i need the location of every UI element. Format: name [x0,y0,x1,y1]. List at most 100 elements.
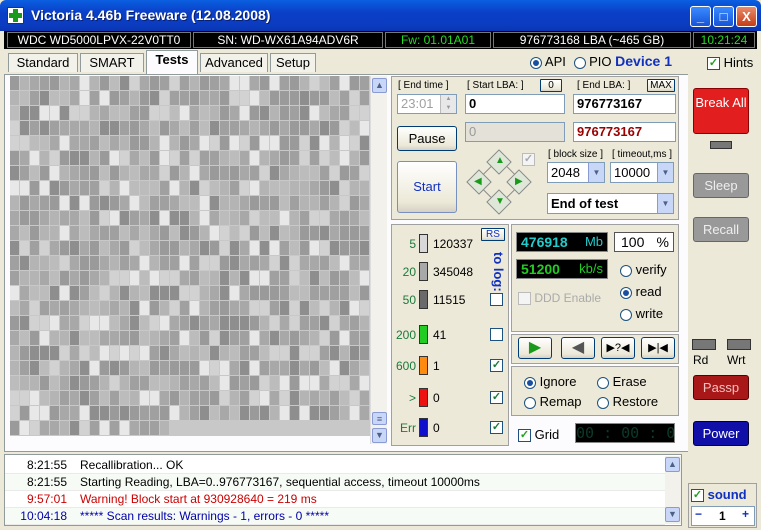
title-bar[interactable]: Victoria 4.46b Freeware (12.08.2008) _ □… [0,0,761,31]
log-scroll-up-button[interactable]: ▲ [665,457,680,472]
scan-block [350,91,359,105]
tab-tests[interactable]: Tests [146,50,198,74]
scroll-up-button[interactable]: ▲ [372,78,387,93]
tab-advanced[interactable]: Advanced [200,53,268,72]
log-scroll-down-button[interactable]: ▼ [665,507,680,522]
scan-block [10,406,19,420]
scan-block [30,76,39,90]
break-all-button[interactable]: Break All [693,88,749,134]
start-lba-zero-button[interactable]: 0 [540,79,562,92]
device-label[interactable]: Device 1 [615,53,672,69]
legend-count: 1 [433,359,440,373]
erase-radio[interactable] [597,376,609,389]
scan-block [350,106,359,120]
scan-block [230,151,239,165]
play-icon[interactable]: ▶ [518,337,552,359]
back-icon[interactable]: ◀ [561,337,595,359]
erase-option[interactable]: Erase [597,374,647,389]
end-action-select[interactable]: End of test ▼ [547,193,674,214]
minimize-button[interactable]: _ [690,6,711,27]
scan-block [180,271,189,285]
verify-radio[interactable] [620,264,632,277]
ignore-option[interactable]: Ignore [524,374,577,389]
scan-block [250,391,259,405]
tab-standard[interactable]: Standard [8,53,78,72]
arrow-down-icon[interactable]: ▼ [495,196,505,207]
api-radio[interactable] [530,56,542,69]
read-option[interactable]: read [620,284,662,299]
tab-smart[interactable]: SMART [80,53,144,72]
hints-checkbox[interactable]: ✓ [707,57,720,71]
tab-setup[interactable]: Setup [270,53,316,72]
read-radio[interactable] [620,286,632,299]
restore-option[interactable]: Restore [597,394,658,409]
write-radio[interactable] [620,308,632,321]
end-time-spinner[interactable]: ▲ ▼ [440,95,456,113]
start-lba-input[interactable]: 0 [465,94,565,114]
scan-block [300,391,309,405]
scan-block [170,361,179,375]
scan-block [20,106,29,120]
end-lba-input[interactable]: 976773167 [573,94,676,114]
end-lba-max-button[interactable]: MAX [647,79,675,92]
scan-block [350,166,359,180]
scan-block [300,226,309,240]
power-button[interactable]: Power [693,421,749,446]
chevron-down-icon[interactable]: ▼ [588,163,604,182]
verify-option[interactable]: verify [620,262,667,277]
to-log-checkbox[interactable]: ✓ [490,421,503,434]
block-size-select[interactable]: 2048 ▼ [547,162,605,183]
start-button[interactable]: Start [397,161,457,213]
ddd-checkbox[interactable] [518,292,531,306]
scan-block [60,421,69,435]
scan-block [170,211,179,225]
scan-map-scrollbar[interactable]: ▲ ≡ ▼ [370,76,387,444]
scan-block [250,271,259,285]
log-scrollbar[interactable]: ▲ ▼ [665,456,681,524]
passp-button[interactable]: Passp [693,375,749,400]
grid-checkbox[interactable]: ✓ [518,429,531,443]
ignore-radio[interactable] [524,376,536,389]
grid-toggle[interactable]: ✓ Grid [518,427,559,443]
restore-radio[interactable] [597,396,609,409]
sound-toggle[interactable]: ✓ sound [691,487,747,503]
scan-block [320,346,329,360]
to-log-checkbox[interactable] [490,328,503,341]
timeout-select[interactable]: 10000 ▼ [610,162,674,183]
arrow-left-icon[interactable]: ◀ [474,176,482,187]
sound-checkbox[interactable]: ✓ [691,489,704,503]
sleep-button[interactable]: Sleep [693,173,749,198]
scroll-thumb[interactable]: ≡ [372,412,387,425]
remap-option[interactable]: Remap [524,394,582,409]
dpad-checkbox[interactable]: ✓ [522,153,535,166]
remap-radio[interactable] [524,396,536,409]
hints-toggle[interactable]: ✓ Hints [707,55,753,71]
scan-block [30,211,39,225]
end-icon[interactable]: ▶|◀ [641,337,675,359]
skip-forward-icon[interactable]: ▶?◀ [601,337,635,359]
arrow-up-icon[interactable]: ▲ [495,155,505,166]
scan-block [10,136,19,150]
ddd-enable-toggle[interactable]: DDD Enable [518,291,601,306]
scan-block [50,121,59,135]
close-button[interactable]: X [736,6,757,27]
maximize-button[interactable]: □ [713,6,734,27]
chevron-down-icon[interactable]: ▼ [657,194,673,213]
sound-stepper[interactable]: − 1 + [691,506,755,526]
to-log-checkbox[interactable]: ✓ [490,359,503,372]
arrow-right-icon[interactable]: ▶ [515,176,523,187]
write-option[interactable]: write [620,306,663,321]
sound-minus-button[interactable]: − [695,507,702,521]
to-log-checkbox[interactable]: ✓ [490,391,503,404]
scan-block [160,196,169,210]
pio-radio[interactable] [573,56,586,69]
scan-block [300,76,309,90]
scan-block [320,331,329,345]
pause-button[interactable]: Pause [397,126,457,151]
scan-block [170,346,179,360]
scroll-down-button[interactable]: ▼ [372,428,387,443]
to-log-checkbox[interactable] [490,293,503,306]
sound-plus-button[interactable]: + [742,507,749,521]
chevron-down-icon[interactable]: ▼ [657,163,673,182]
recall-button[interactable]: Recall [693,217,749,242]
